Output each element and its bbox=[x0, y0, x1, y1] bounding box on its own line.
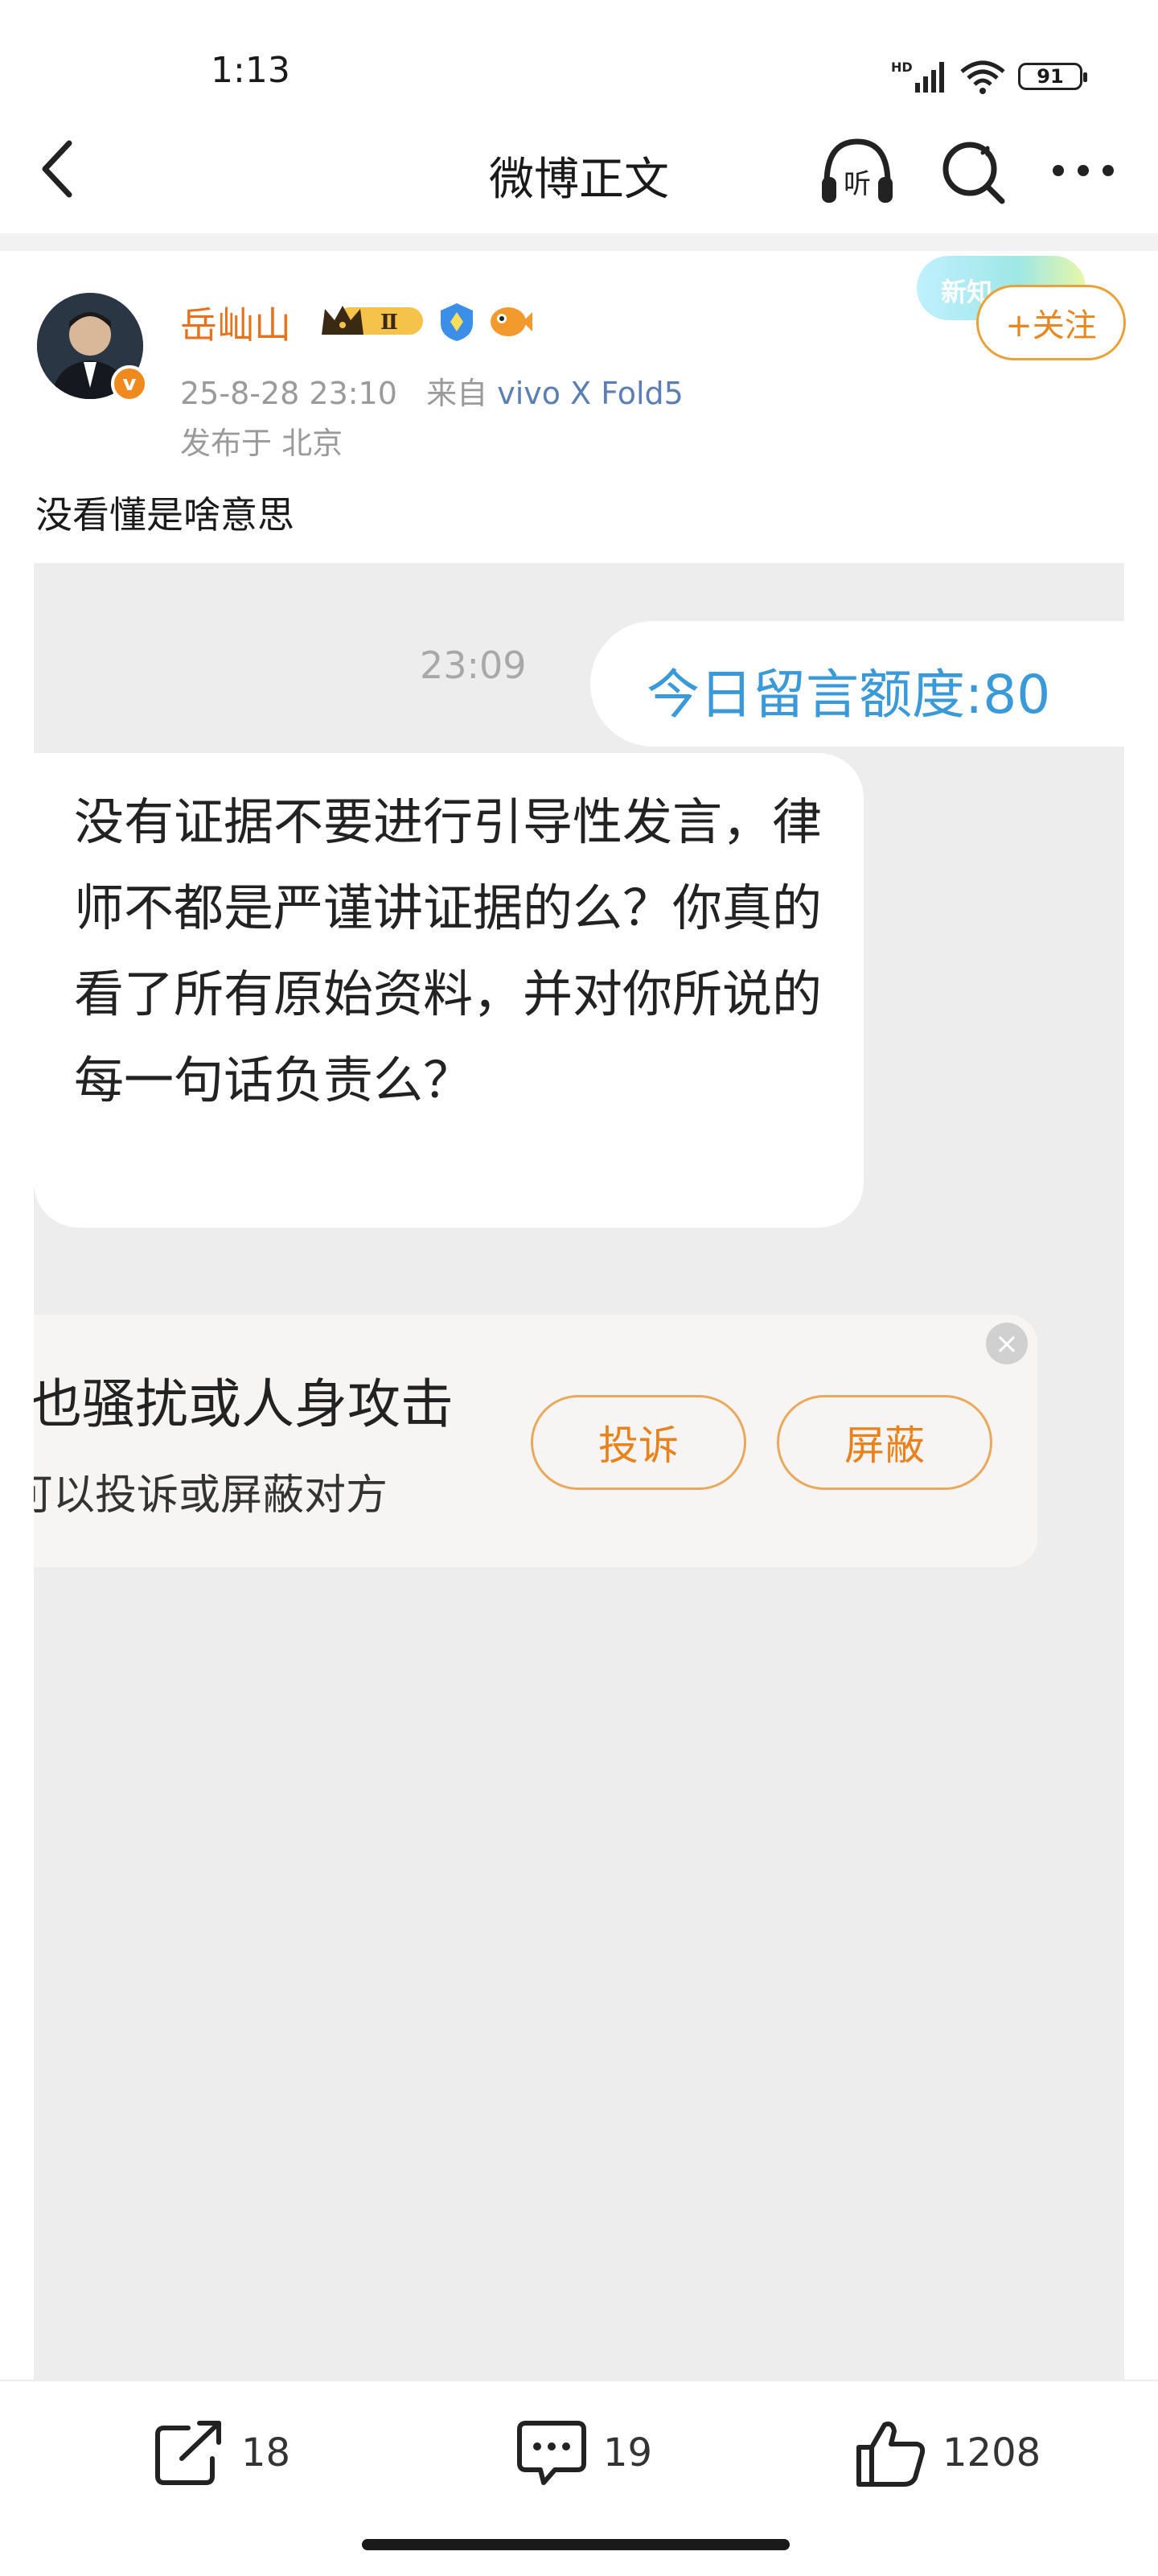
post-location: 发布于 北京 bbox=[180, 426, 343, 461]
follow-button[interactable]: +关注 bbox=[976, 285, 1126, 360]
status-icons: HD 91 bbox=[891, 56, 1087, 97]
like-button[interactable]: 1208 bbox=[854, 2417, 1041, 2489]
verified-badge: v bbox=[111, 365, 148, 402]
listen-button[interactable]: 听 bbox=[817, 135, 897, 208]
network-label: HD bbox=[891, 60, 913, 75]
report-button: 投诉 bbox=[531, 1395, 746, 1490]
block-button: 屏蔽 bbox=[777, 1395, 992, 1490]
warning-subtitle: 可以投诉或屏蔽对方 bbox=[34, 1471, 388, 1520]
source-prefix: 来自 bbox=[426, 376, 488, 411]
share-button[interactable]: 18 bbox=[153, 2417, 290, 2489]
chat-timestamp: 23:09 bbox=[420, 644, 527, 687]
post-device[interactable]: vivo X Fold5 bbox=[497, 376, 684, 411]
fish-badge-icon bbox=[491, 307, 532, 336]
wifi-icon bbox=[960, 60, 1005, 94]
comment-icon bbox=[517, 2421, 586, 2485]
more-icon[interactable] bbox=[1047, 146, 1119, 195]
thumbs-up-icon bbox=[856, 2422, 926, 2487]
post-date: 25-8-28 23:10 bbox=[180, 376, 397, 411]
shield-badge-icon bbox=[441, 303, 473, 341]
post-image[interactable]: 23:09 今日留言额度:80 没有证据不要进行引导性发言，律师不都是严谨讲证据… bbox=[34, 563, 1124, 2381]
post-meta: 25-8-28 23:10 来自 vivo X Fold5 bbox=[180, 368, 684, 413]
listen-label: 听 bbox=[844, 168, 871, 200]
cellular-signal-icon: HD bbox=[891, 60, 944, 93]
section-divider bbox=[0, 233, 1158, 251]
home-indicator[interactable] bbox=[362, 2539, 790, 2550]
post-text: 没看懂是啥意思 bbox=[35, 493, 294, 537]
close-icon: × bbox=[986, 1323, 1028, 1364]
comment-button[interactable]: 19 bbox=[515, 2417, 652, 2489]
like-count: 1208 bbox=[942, 2430, 1041, 2475]
headphone-icon: 听 bbox=[822, 138, 893, 203]
search-icon[interactable] bbox=[938, 137, 1007, 206]
rank-badge-label: Ⅱ bbox=[380, 311, 398, 335]
username[interactable]: 岳屾山 bbox=[180, 296, 291, 349]
status-time: 1:13 bbox=[211, 50, 290, 91]
share-count: 18 bbox=[241, 2430, 291, 2475]
warning-title: 也骚扰或人身攻击 bbox=[34, 1373, 454, 1435]
received-message-text: 没有证据不要进行引导性发言，律师不都是严谨讲证据的么？你真的看了所有原始资料，并… bbox=[74, 792, 823, 1109]
crown-rank-icon: Ⅱ bbox=[322, 306, 423, 335]
battery-indicator: 91 bbox=[1018, 63, 1087, 90]
sent-message-text: 今日留言额度:80 bbox=[647, 664, 1051, 726]
share-icon bbox=[155, 2421, 221, 2485]
comment-count: 19 bbox=[603, 2430, 653, 2475]
